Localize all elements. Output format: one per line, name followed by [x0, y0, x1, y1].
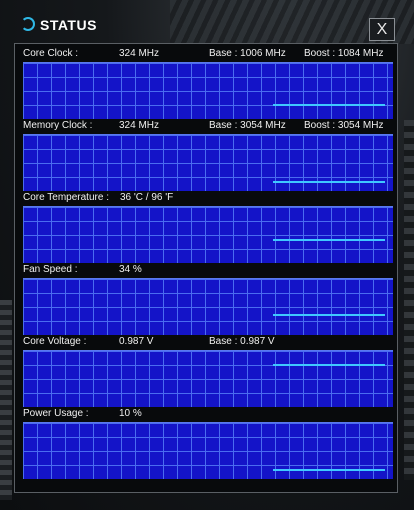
metric-graph [23, 62, 393, 119]
graph-canvas [273, 239, 385, 241]
metric-label: Power Usage : [23, 408, 89, 419]
graph-canvas [273, 314, 385, 316]
metric-value: 34 % [119, 264, 142, 275]
metric-label: Memory Clock : [23, 120, 93, 131]
metric-value: 324 MHz [119, 48, 160, 59]
graph-canvas [273, 364, 385, 366]
metric-boost: Boost : 1084 MHz [304, 48, 384, 59]
title-bar[interactable]: STATUS [0, 6, 414, 38]
metric-value: 10 % [119, 408, 142, 419]
metric-graph [23, 134, 393, 191]
metric-value: 324 MHz [119, 120, 160, 131]
graph-canvas [273, 469, 385, 471]
close-button[interactable]: X [369, 18, 395, 41]
power-ring-icon [21, 17, 35, 31]
metric-graph [23, 350, 393, 407]
metric-base: Base : 1006 MHz [209, 48, 286, 59]
metric-graph [23, 422, 393, 479]
decorative-cable [404, 120, 414, 480]
metric-boost: Boost : 3054 MHz [304, 120, 384, 131]
graph-canvas [273, 104, 385, 106]
graph-canvas [273, 181, 385, 183]
metric-label: Fan Speed : [23, 264, 78, 275]
metric-label: Core Temperature : [23, 192, 109, 203]
metric-label: Core Voltage : [23, 336, 87, 347]
metric-base: Base : 0.987 V [209, 336, 275, 347]
metric-graph [23, 206, 393, 263]
decorative-cable [0, 300, 12, 500]
status-panel: Core Clock : 324 MHz Base : 1006 MHz Boo… [14, 43, 398, 493]
metric-graph [23, 278, 393, 335]
metric-value: 0.987 V [119, 336, 154, 347]
metric-base: Base : 3054 MHz [209, 120, 286, 131]
metric-value: 36 'C / 96 'F [120, 192, 174, 203]
metric-label: Core Clock : [23, 48, 79, 59]
window-title: STATUS [40, 17, 97, 33]
